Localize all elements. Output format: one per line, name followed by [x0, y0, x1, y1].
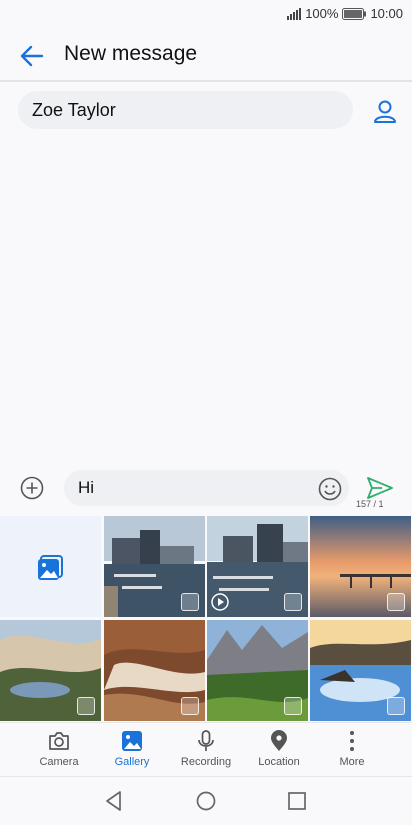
- gallery-grid: [0, 516, 412, 721]
- tab-label: Gallery: [114, 756, 150, 768]
- emoji-icon[interactable]: [318, 477, 342, 501]
- compose-bar: Hi 157 / 1: [0, 462, 412, 514]
- character-counter: 157 / 1: [356, 499, 384, 509]
- message-text: Hi: [78, 478, 95, 497]
- gallery-icon: [38, 555, 63, 580]
- select-checkbox[interactable]: [77, 697, 95, 715]
- recipient-field[interactable]: Zoe Taylor: [18, 91, 353, 129]
- clock: 10:00: [370, 6, 403, 21]
- select-checkbox[interactable]: [284, 593, 302, 611]
- microphone-icon: [198, 730, 214, 751]
- select-checkbox[interactable]: [181, 697, 199, 715]
- recipient-name: Zoe Taylor: [32, 100, 116, 120]
- gallery-photo[interactable]: [207, 516, 308, 617]
- message-input[interactable]: Hi: [64, 470, 349, 506]
- location-pin-icon: [271, 730, 287, 751]
- divider: [0, 80, 412, 82]
- gallery-photo[interactable]: [0, 620, 101, 721]
- battery-icon: [342, 7, 367, 20]
- gallery-photo[interactable]: [104, 620, 205, 721]
- add-attachment-icon[interactable]: [20, 476, 44, 500]
- tab-label: Recording: [180, 756, 232, 768]
- battery-percent: 100%: [305, 6, 339, 21]
- tab-camera[interactable]: Camera: [24, 723, 94, 777]
- send-icon[interactable]: [366, 476, 394, 500]
- tab-gallery[interactable]: Gallery: [97, 723, 167, 777]
- more-vertical-icon: [350, 731, 354, 751]
- tab-recording[interactable]: Recording: [171, 723, 241, 777]
- status-bar: 100% 10:00: [0, 0, 412, 28]
- nav-home-icon[interactable]: [194, 789, 218, 813]
- gallery-photo[interactable]: [310, 516, 411, 617]
- open-gallery-button[interactable]: [0, 516, 101, 617]
- app-bar: New message: [0, 28, 412, 80]
- nav-recents-icon[interactable]: [285, 789, 309, 813]
- camera-icon: [49, 732, 69, 750]
- select-checkbox[interactable]: [181, 593, 199, 611]
- tab-label: Camera: [39, 756, 79, 768]
- select-checkbox[interactable]: [387, 697, 405, 715]
- page-title: New message: [64, 42, 198, 65]
- tab-location[interactable]: Location: [244, 723, 314, 777]
- select-checkbox[interactable]: [284, 697, 302, 715]
- back-arrow-icon[interactable]: [18, 42, 46, 70]
- contact-person-icon[interactable]: [371, 98, 399, 126]
- gallery-photo[interactable]: [104, 516, 205, 617]
- tab-more[interactable]: More: [317, 723, 387, 777]
- tab-label: Location: [258, 756, 300, 768]
- gallery-icon: [122, 731, 142, 751]
- attachment-tabs: Camera Gallery Recording Location More: [0, 722, 412, 777]
- nav-back-icon[interactable]: [102, 789, 126, 813]
- system-nav-bar: [0, 776, 412, 825]
- gallery-photo[interactable]: [310, 620, 411, 721]
- gallery-photo[interactable]: [207, 620, 308, 721]
- tab-label: More: [339, 756, 365, 768]
- signal-icon: [287, 7, 302, 20]
- select-checkbox[interactable]: [387, 593, 405, 611]
